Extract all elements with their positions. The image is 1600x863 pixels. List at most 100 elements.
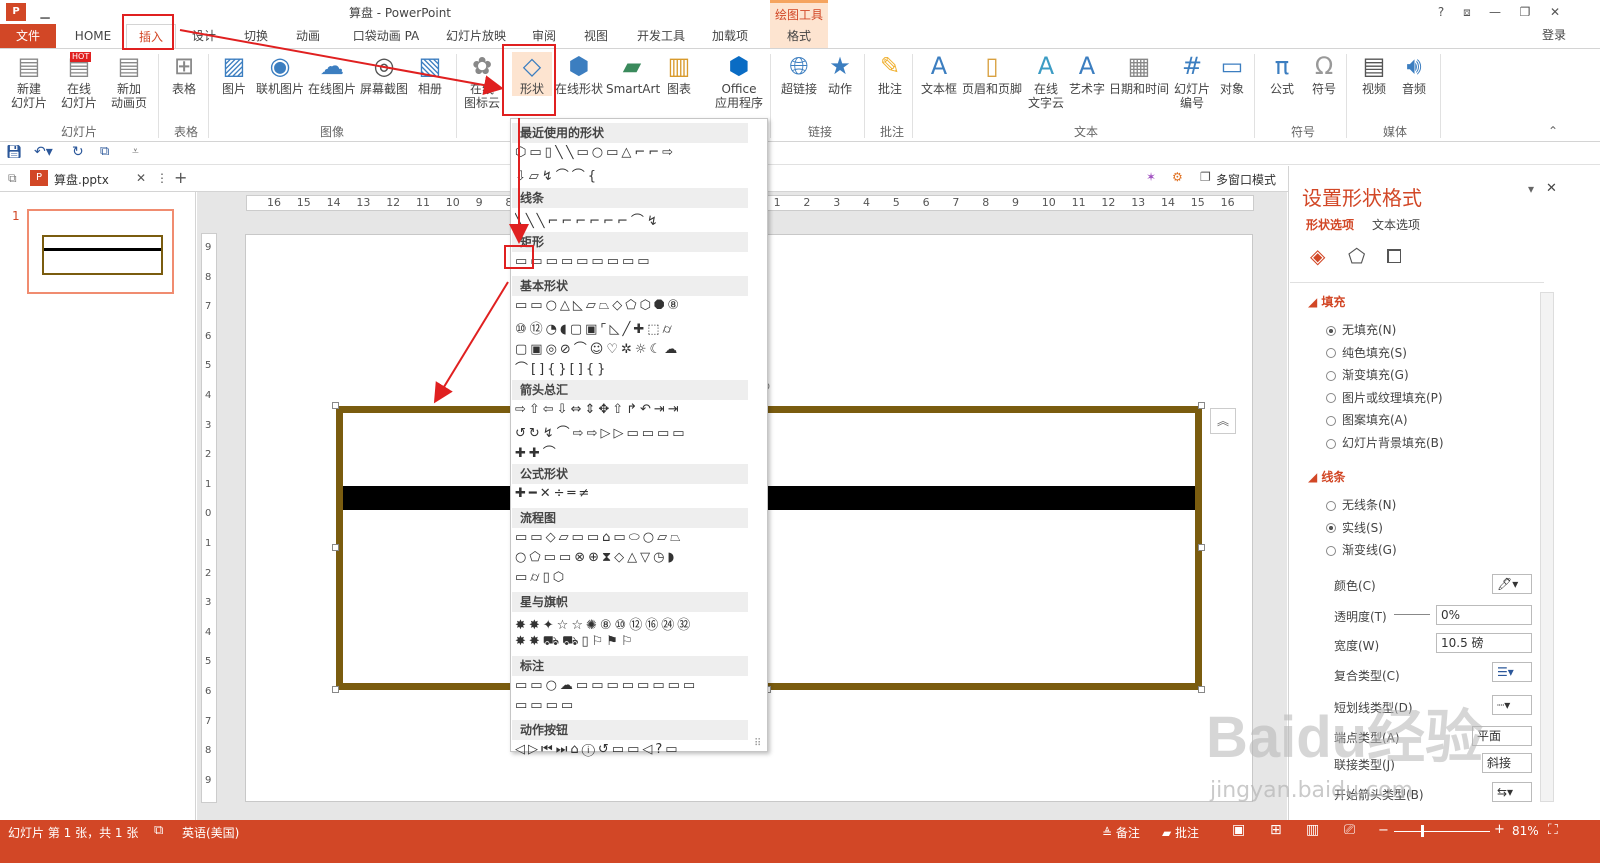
shape-gallery-row[interactable]: ◁▷⏮⏭⌂ⓘ↺▭▭◁?▭ [515, 742, 751, 762]
shape-gallery-row[interactable]: ✚✚⌒ [515, 442, 751, 462]
zoom-out-icon[interactable]: − [1378, 823, 1389, 838]
wordart-button[interactable]: A 艺术字 [1068, 52, 1106, 96]
dash-type-dropdown[interactable]: ┈▾ [1492, 695, 1532, 715]
line-option[interactable]: 渐变线(G) [1326, 541, 1397, 558]
shape-gallery-row[interactable]: ▭▭▭▭ [515, 698, 751, 718]
radio-button[interactable] [1326, 500, 1336, 511]
new-document-tab-icon[interactable]: + [174, 168, 187, 187]
layout-options-icon[interactable]: ︽ [1210, 408, 1236, 434]
transparency-input[interactable]: 0% [1436, 605, 1532, 625]
customize-qat-icon[interactable]: ⩡ [132, 144, 139, 159]
redo-icon[interactable]: ↻ [72, 144, 84, 160]
shape-gallery-row[interactable]: ▭▭○☁▭▭▭▭▭▭▭▭ [515, 678, 751, 698]
fit-to-window-icon[interactable]: ⛶ [1548, 822, 1558, 838]
shape-gallery-row[interactable]: ⇨⇧⇦⇩⇔⇕✥⇧↱↶⇥⇥ [515, 402, 751, 422]
smartart-button[interactable]: ▰ SmartArt [606, 52, 660, 96]
document-menu-icon[interactable]: ⋮ [156, 171, 168, 185]
radio-button[interactable] [1326, 393, 1336, 404]
notes-button[interactable]: ≜ 备注 [1102, 824, 1140, 841]
screenshot-button[interactable]: ◎ 屏幕截图 [358, 52, 410, 96]
transparency-slider[interactable] [1394, 614, 1430, 615]
pin-icon[interactable]: ✶ [1146, 170, 1156, 184]
close-pane-icon[interactable]: ✕ [1546, 181, 1557, 196]
shape-gallery-row[interactable]: ⑩⑫◔◖▢▣⌜◺╱✚⬚⌭ [515, 318, 751, 338]
shape-gallery-row[interactable]: ↺↻↯⌒⇨⇨▷▷▭▭▭▭ [515, 422, 751, 442]
tab-developer[interactable]: 开发工具 [626, 24, 696, 48]
shape-gallery-row[interactable]: ✸✸✦☆☆✺⑧⑩⑫⑯㉔㉜ [515, 614, 751, 634]
resize-handle[interactable] [1198, 544, 1205, 551]
fill-option[interactable]: 渐变填充(G) [1326, 366, 1409, 383]
line-section-header[interactable]: ◢ 线条 [1308, 468, 1345, 485]
new-slide-button[interactable]: ▤ 新建 幻灯片 [6, 52, 52, 110]
shape-gallery-row[interactable]: ▭▭○△◺▱⏢◇⬠⬡⯃⑧ [515, 298, 751, 318]
line-option[interactable]: 无线条(N) [1326, 496, 1396, 513]
shape-gallery-row[interactable]: ▢▣◎⊘⌒☺♡✲☼☾☁ [515, 338, 751, 358]
icon-cloud-button[interactable]: ✿ 在线 图标云 [460, 52, 504, 110]
object-button[interactable]: ▭ 对象 [1212, 52, 1252, 96]
shape-gallery-row[interactable]: ⌒[]{}[]{} [515, 358, 751, 378]
help-button[interactable]: ? [1430, 2, 1452, 22]
comments-button[interactable]: ▰ 批注 [1162, 824, 1199, 841]
web-picture-button[interactable]: ☁ 在线图片 [306, 52, 358, 96]
compound-type-dropdown[interactable]: ☰▾ [1492, 662, 1532, 682]
audio-button[interactable]: 🔊︎ 音频 [1394, 52, 1434, 96]
pane-scrollbar[interactable] [1540, 292, 1554, 802]
begin-arrow-dropdown[interactable]: ⇆▾ [1492, 782, 1532, 802]
zoom-slider[interactable] [1394, 831, 1490, 832]
line-color-picker[interactable]: 🖊︎▾ [1492, 574, 1532, 594]
thumbnails-toggle-icon[interactable]: ⧉ [8, 171, 17, 186]
tab-format[interactable]: 格式 [770, 24, 828, 48]
fill-option[interactable]: 图案填充(A) [1326, 411, 1408, 428]
minimize-window-icon[interactable]: — [1484, 2, 1506, 22]
pane-options-icon[interactable]: ▾ [1528, 182, 1534, 196]
zoom-slider-thumb[interactable] [1421, 825, 1424, 837]
tab-animations[interactable]: 动画 [286, 24, 330, 48]
tab-addins[interactable]: 加载项 [702, 24, 758, 48]
undo-icon[interactable]: ↶▾ [34, 144, 53, 160]
equation-button[interactable]: π 公式 [1262, 52, 1302, 96]
fill-option[interactable]: 纯色填充(S) [1326, 344, 1407, 361]
fill-option[interactable]: 无填充(N) [1326, 321, 1396, 338]
radio-button[interactable] [1326, 370, 1336, 381]
collapse-ribbon-icon[interactable]: ⌃ [1548, 124, 1558, 138]
slide-sorter-icon[interactable]: ⊞ [1270, 822, 1282, 838]
login-link[interactable]: 登录 [1542, 26, 1566, 43]
abacus-frame-rectangle[interactable] [336, 406, 1202, 690]
slide-thumbnail[interactable] [27, 209, 174, 294]
table-button[interactable]: ⊞ 表格 [166, 52, 202, 96]
tab-pocket-animation[interactable]: 口袋动画 PA [342, 24, 430, 48]
online-slide-button[interactable]: ▤ 在线 幻灯片 HOT [56, 52, 102, 110]
close-document-icon[interactable]: ✕ [136, 171, 146, 185]
zoom-in-icon[interactable]: + [1494, 822, 1505, 837]
radio-button[interactable] [1326, 325, 1336, 336]
shape-gallery-row[interactable]: ▭▭▭▭▭▭▭▭▭ [515, 254, 751, 274]
online-shapes-button[interactable]: ⬢ 在线形状 [552, 52, 606, 96]
symbol-button[interactable]: Ω 符号 [1304, 52, 1344, 96]
date-time-button[interactable]: ▦ 日期和时间 [1106, 52, 1172, 96]
fill-option[interactable]: 幻灯片背景填充(B) [1326, 434, 1444, 451]
spellcheck-icon[interactable]: ⧉ [154, 823, 163, 838]
fill-line-icon[interactable]: ◈ [1310, 244, 1325, 268]
radio-button[interactable] [1326, 545, 1336, 556]
header-footer-button[interactable]: ▯ 页眉和页脚 [960, 52, 1024, 96]
fill-option[interactable]: 图片或纹理填充(P) [1326, 389, 1443, 406]
video-button[interactable]: ▤ 视频 [1354, 52, 1394, 96]
width-input[interactable]: 10.5 磅 [1436, 633, 1532, 653]
document-tab-filename[interactable]: 算盘.pptx [54, 171, 109, 188]
restore-window-icon[interactable]: ❐ [1514, 2, 1536, 22]
normal-view-icon[interactable]: ▣ [1232, 822, 1245, 838]
shape-gallery-row[interactable]: ○⬠▭▭⊗⊕⧗◇△▽◷◗ [515, 550, 751, 570]
ribbon-display-options-icon[interactable]: ⧈ [1456, 2, 1478, 22]
word-cloud-button[interactable]: A 在线 文字云 [1024, 52, 1068, 110]
shape-gallery-row[interactable]: ▭⌭▯⬡ [515, 570, 751, 590]
album-button[interactable]: ▧ 相册 [412, 52, 448, 96]
radio-button[interactable] [1326, 523, 1336, 534]
effects-pentagon-icon[interactable]: ⬠ [1348, 244, 1365, 268]
tab-file[interactable]: 文件 [0, 24, 56, 48]
tab-view[interactable]: 视图 [574, 24, 618, 48]
office-apps-button[interactable]: ⬢ Office 应用程序 [706, 52, 772, 110]
resize-handle[interactable] [1198, 686, 1205, 693]
settings-gear-icon[interactable]: ⚙ [1172, 170, 1183, 184]
tab-design[interactable]: 设计 [182, 24, 226, 48]
language-status[interactable]: 英语(美国) [182, 824, 239, 841]
